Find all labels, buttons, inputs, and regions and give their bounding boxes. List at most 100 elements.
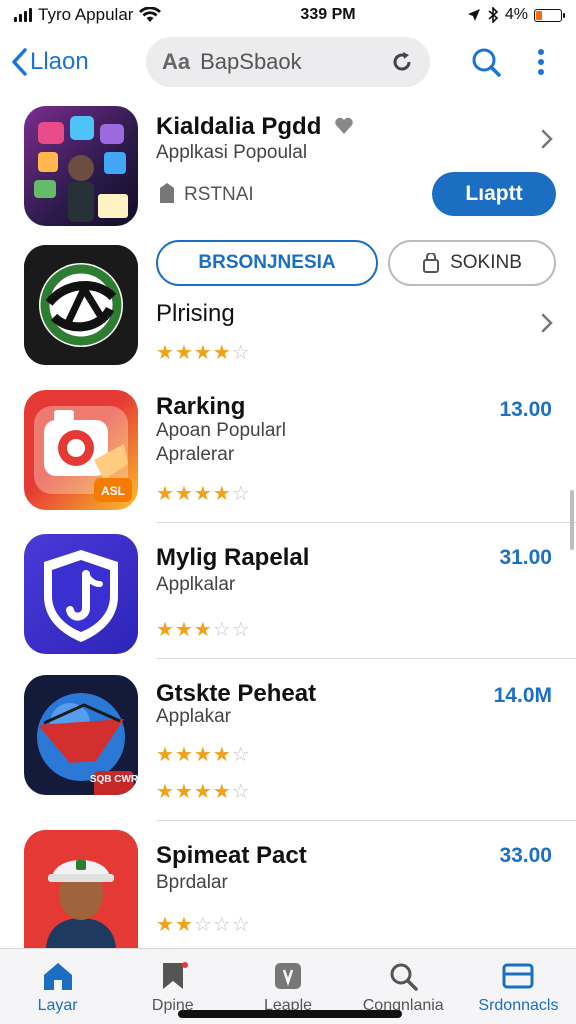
bookmark-icon [162, 962, 188, 989]
app-title: Mylig Rapelal [156, 544, 310, 571]
chevron-left-icon [12, 48, 27, 76]
tab-label: Layar [37, 997, 78, 1014]
bluetooth-icon [488, 7, 499, 23]
home-indicator[interactable] [178, 1010, 402, 1018]
star-rating: ★★★★☆ [156, 340, 251, 365]
tab-srdonnacls[interactable]: Srdonnacls [461, 949, 576, 1024]
star-icon: ☆ [231, 744, 251, 766]
battery-percent: 4% [504, 6, 528, 23]
tab-label: Srdonnacls [478, 997, 559, 1014]
star-icon: ★ [212, 342, 232, 364]
star-icon: ★ [156, 342, 175, 364]
star-icon: ☆ [231, 781, 251, 803]
back-label: Llaon [30, 48, 89, 75]
star-icon: ★ [212, 781, 232, 803]
star-icon: ★ [156, 914, 175, 936]
star-icon: ★ [174, 781, 194, 803]
star-rating: ★★☆☆☆ [156, 912, 251, 937]
icon-badge-text: SQB CWR [90, 774, 138, 785]
star-icon: ☆ [231, 342, 251, 364]
price-label[interactable]: 13.00 [499, 398, 552, 422]
app-icon-camera[interactable]: ASL [24, 390, 138, 510]
app-icon-shield[interactable] [24, 534, 138, 654]
divider [156, 522, 576, 523]
signal-icon [14, 8, 32, 22]
chevron-right-icon[interactable] [540, 128, 554, 150]
app-subtitle: Applkalar [156, 574, 236, 595]
app-title: Kialdalia Pgdd [156, 113, 322, 140]
carrier-label: Tyro Appular [38, 5, 134, 24]
lock-icon [423, 253, 440, 273]
star-icon: ★ [156, 744, 175, 766]
verified-badge-icon [335, 117, 353, 134]
scroll-indicator[interactable] [570, 490, 574, 550]
get-button[interactable]: Lıaptt [432, 172, 556, 216]
price-label[interactable]: 14.0M [494, 684, 552, 708]
app-tag: RSTNAI [184, 184, 254, 205]
tag-icon [160, 183, 174, 203]
star-rating: ★★★★☆ [156, 481, 251, 506]
app-subtitle-secondary: Apralerar [156, 444, 235, 465]
star-icon: ★ [174, 744, 194, 766]
chevron-right-icon[interactable] [540, 312, 554, 334]
app-title: Plrising [156, 300, 235, 327]
star-icon: ★ [193, 619, 213, 641]
app-icon-sync[interactable] [24, 245, 138, 365]
star-icon: ☆ [212, 914, 232, 936]
filter-pill-secondary[interactable]: SOKINB [388, 240, 556, 286]
app-icon [275, 963, 301, 989]
home-icon [43, 963, 72, 990]
star-icon: ★ [156, 619, 175, 641]
more-options-icon[interactable] [536, 47, 546, 77]
app-icon-media[interactable] [24, 106, 138, 226]
app-subtitle: Bprdalar [156, 872, 228, 893]
battery-level [536, 10, 542, 20]
filter-pill-primary[interactable]: BRSONJNESIA [156, 240, 378, 286]
search-field[interactable]: Aa BapSbaok [146, 37, 430, 87]
star-icon: ★ [174, 483, 194, 505]
search-icon[interactable] [470, 46, 502, 78]
icon-badge-text: ASL [101, 484, 125, 498]
wifi-icon [139, 7, 162, 22]
star-icon: ★ [174, 914, 194, 936]
star-icon: ★ [193, 483, 213, 505]
app-subtitle: Apoan Popularl [156, 420, 286, 441]
star-rating-secondary: ★★★★☆ [156, 779, 251, 804]
price-label[interactable]: 31.00 [499, 546, 552, 570]
star-icon: ★ [193, 342, 213, 364]
star-icon: ★ [193, 744, 213, 766]
star-rating: ★★★★☆ [156, 742, 251, 767]
worker-avatar-icon [24, 830, 138, 948]
star-icon: ★ [174, 342, 194, 364]
star-icon: ★ [156, 781, 175, 803]
battery-icon [534, 8, 565, 22]
media-collage-icon [34, 116, 128, 222]
text-size-label[interactable]: Aa [162, 49, 190, 75]
app-title: Gtskte Peheat [156, 680, 317, 707]
camera-icon: ASL [34, 406, 132, 502]
star-icon: ☆ [212, 619, 232, 641]
star-icon: ★ [156, 483, 175, 505]
search-value: BapSbaok [200, 49, 302, 74]
back-button[interactable]: Llaon [10, 47, 89, 77]
star-icon: ★ [212, 744, 232, 766]
star-icon: ★ [212, 483, 232, 505]
star-icon: ☆ [193, 914, 213, 936]
reload-icon[interactable] [390, 50, 414, 74]
app-icon-worker[interactable] [24, 830, 138, 948]
star-icon: ★ [174, 619, 194, 641]
divider [156, 658, 576, 659]
clock: 339 PM [300, 6, 356, 23]
navigation-bar: Llaon Aa BapSbaok [0, 34, 576, 90]
app-title: Rarking [156, 393, 246, 420]
star-icon: ☆ [231, 914, 251, 936]
app-icon-globe[interactable]: SQB CWR [24, 675, 138, 795]
app-subtitle: Applkasi Popoulal [156, 142, 308, 163]
shield-icon [44, 550, 118, 642]
search-icon [390, 963, 418, 991]
star-icon: ☆ [231, 619, 251, 641]
tab-layar[interactable]: Layar [0, 949, 115, 1024]
price-label[interactable]: 33.00 [499, 844, 552, 868]
divider [156, 820, 576, 821]
status-bar: Tyro Appular 339 PM 4% [0, 0, 576, 30]
